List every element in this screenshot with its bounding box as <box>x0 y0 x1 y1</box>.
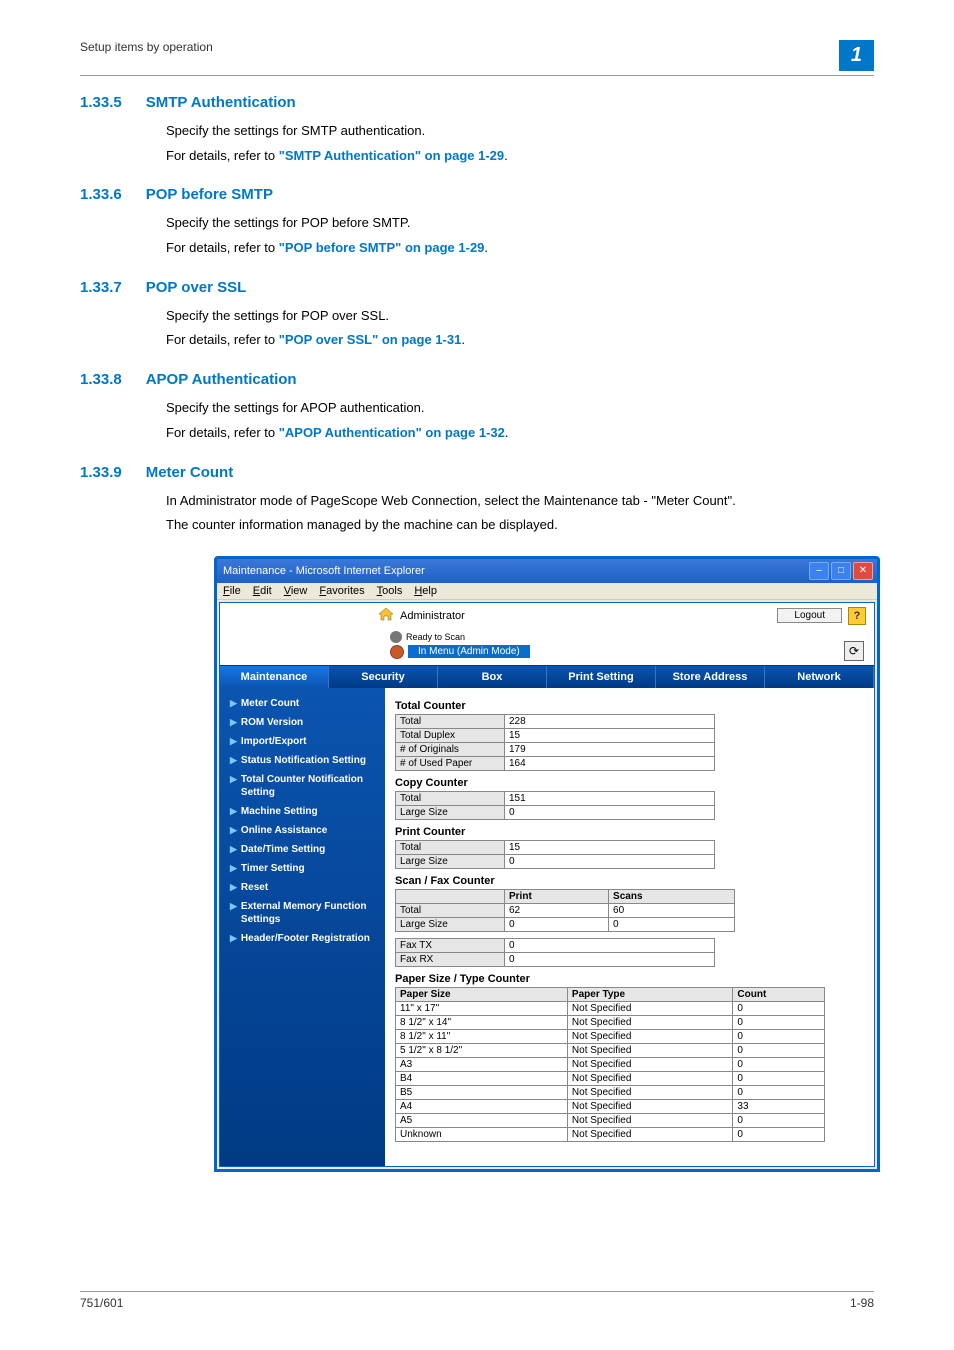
chapter-badge: 1 <box>839 40 874 71</box>
triangle-icon: ▶ <box>230 806 237 818</box>
section-title: SMTP Authentication <box>146 94 296 111</box>
window-title: Maintenance - Microsoft Internet Explore… <box>223 565 425 577</box>
sidebar-item[interactable]: ▶Meter Count <box>220 694 385 713</box>
triangle-icon: ▶ <box>230 933 237 945</box>
section-ref: For details, refer to "POP over SSL" on … <box>166 328 874 353</box>
triangle-icon: ▶ <box>230 863 237 875</box>
browser-window: Maintenance - Microsoft Internet Explore… <box>214 556 880 1172</box>
triangle-icon: ▶ <box>230 755 237 767</box>
menu-item[interactable]: Favorites <box>319 585 364 597</box>
section-ref: For details, refer to "SMTP Authenticati… <box>166 144 874 169</box>
section-body: Specify the settings for POP before SMTP… <box>166 211 874 236</box>
footer-left: 751/601 <box>80 1296 123 1310</box>
home-icon <box>378 607 394 624</box>
section-number: 1.33.5 <box>80 94 122 111</box>
menu-item[interactable]: File <box>223 585 241 597</box>
section-body: Specify the settings for SMTP authentica… <box>166 119 874 144</box>
menu-status-icon <box>390 645 404 659</box>
section-title: POP over SSL <box>146 279 247 296</box>
section-number: 1.33.8 <box>80 371 122 388</box>
triangle-icon: ▶ <box>230 717 237 729</box>
group-title: Copy Counter <box>395 777 864 789</box>
group-title: Total Counter <box>395 700 864 712</box>
section-title: APOP Authentication <box>146 371 297 388</box>
triangle-icon: ▶ <box>230 901 237 913</box>
status-menu: In Menu (Admin Mode) <box>408 645 530 658</box>
sidebar-item[interactable]: ▶ROM Version <box>220 713 385 732</box>
minimize-icon[interactable]: ‒ <box>809 562 829 580</box>
section-ref: For details, refer to "APOP Authenticati… <box>166 421 874 446</box>
sidebar-item[interactable]: ▶Timer Setting <box>220 859 385 878</box>
tab-store-address[interactable]: Store Address <box>656 666 765 688</box>
meter-line2: The counter information managed by the m… <box>166 513 874 538</box>
tab-maintenance[interactable]: Maintenance <box>220 666 329 688</box>
cross-ref-link[interactable]: "SMTP Authentication" on page 1-29 <box>279 148 504 163</box>
section-body: Specify the settings for POP over SSL. <box>166 304 874 329</box>
sidebar-item[interactable]: ▶Header/Footer Registration <box>220 929 385 948</box>
tab-print-setting[interactable]: Print Setting <box>547 666 656 688</box>
menu-item[interactable]: Edit <box>253 585 272 597</box>
cross-ref-link[interactable]: "POP over SSL" on page 1-31 <box>279 332 462 347</box>
group-title: Scan / Fax Counter <box>395 875 864 887</box>
footer-right: 1-98 <box>850 1296 874 1310</box>
data-table: Total15Large Size0 <box>395 840 715 869</box>
meter-line1: In Administrator mode of PageScope Web C… <box>166 489 874 514</box>
close-icon[interactable]: ✕ <box>853 562 873 580</box>
sidebar-item[interactable]: ▶Import/Export <box>220 732 385 751</box>
triangle-icon: ▶ <box>230 736 237 748</box>
section-ref: For details, refer to "POP before SMTP" … <box>166 236 874 261</box>
data-table: PrintScansTotal6260Large Size00 <box>395 889 735 932</box>
triangle-icon: ▶ <box>230 698 237 710</box>
logout-button[interactable]: Logout <box>777 608 842 623</box>
sidebar-item[interactable]: ▶External Memory Function Settings <box>220 897 385 929</box>
printer-status-icon <box>390 631 402 643</box>
cross-ref-link[interactable]: "POP before SMTP" on page 1-29 <box>279 240 485 255</box>
triangle-icon: ▶ <box>230 825 237 837</box>
menu-item[interactable]: Tools <box>377 585 403 597</box>
group-title: Print Counter <box>395 826 864 838</box>
data-table: Fax TX0Fax RX0 <box>395 938 715 967</box>
triangle-icon: ▶ <box>230 882 237 894</box>
triangle-icon: ▶ <box>230 774 237 786</box>
sidebar-item[interactable]: ▶Online Assistance <box>220 821 385 840</box>
section-number: 1.33.9 <box>80 464 122 481</box>
section-number: 1.33.7 <box>80 279 122 296</box>
tab-security[interactable]: Security <box>329 666 438 688</box>
breadcrumb: Setup items by operation <box>80 40 213 54</box>
admin-label: Administrator <box>400 610 465 622</box>
data-table: Total228Total Duplex15# of Originals179#… <box>395 714 715 771</box>
maximize-icon[interactable]: □ <box>831 562 851 580</box>
sidebar-item[interactable]: ▶Reset <box>220 878 385 897</box>
status-ready: Ready to Scan <box>406 632 465 642</box>
data-table: Paper SizePaper TypeCount11" x 17"Not Sp… <box>395 987 825 1142</box>
section-title: POP before SMTP <box>146 186 273 203</box>
sidebar-item[interactable]: ▶Date/Time Setting <box>220 840 385 859</box>
section-number: 1.33.6 <box>80 186 122 203</box>
triangle-icon: ▶ <box>230 844 237 856</box>
sidebar-item[interactable]: ▶Status Notification Setting <box>220 751 385 770</box>
cross-ref-link[interactable]: "APOP Authentication" on page 1-32 <box>279 425 505 440</box>
sidebar-item[interactable]: ▶Machine Setting <box>220 802 385 821</box>
sidebar-item[interactable]: ▶Total Counter Notification Setting <box>220 770 385 802</box>
menu-item[interactable]: View <box>284 585 308 597</box>
section-title: Meter Count <box>146 464 234 481</box>
data-table: Total151Large Size0 <box>395 791 715 820</box>
help-icon[interactable]: ? <box>848 607 866 625</box>
menu-item[interactable]: Help <box>414 585 437 597</box>
section-body: Specify the settings for APOP authentica… <box>166 396 874 421</box>
group-title: Paper Size / Type Counter <box>395 973 864 985</box>
tab-box[interactable]: Box <box>438 666 547 688</box>
tab-network[interactable]: Network <box>765 666 874 688</box>
